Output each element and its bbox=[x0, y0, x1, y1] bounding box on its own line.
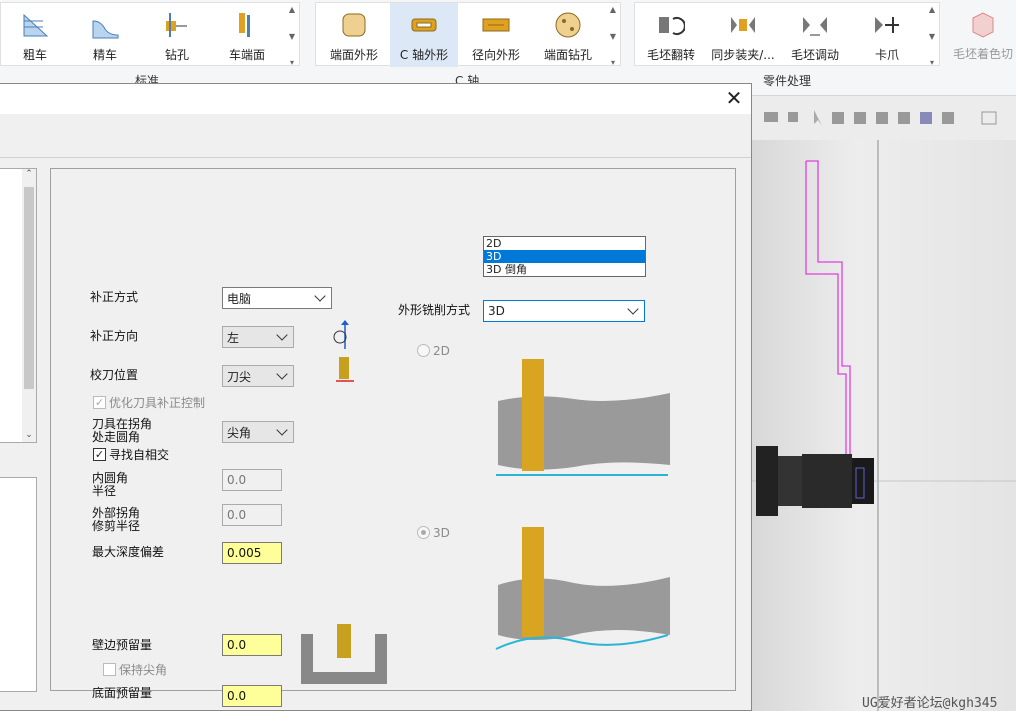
optimize-label: 优化刀具补正控制 bbox=[109, 396, 206, 410]
contour-option-2d[interactable]: 2D bbox=[484, 237, 645, 250]
comp-mode-select[interactable]: 电脑 bbox=[222, 287, 332, 309]
sync-chuck-button[interactable]: 同步装夹/... bbox=[709, 3, 777, 67]
c-axis-contour-icon bbox=[407, 8, 441, 42]
inner-radius-label-2: 半径 bbox=[92, 484, 117, 498]
contour-option-3d-chamfer[interactable]: 3D 倒角 bbox=[484, 263, 645, 276]
c-axis-contour-button[interactable]: C 轴外形 bbox=[390, 3, 458, 67]
chevron-down-icon bbox=[314, 290, 326, 302]
drill-icon bbox=[160, 8, 194, 42]
stock-shading-button[interactable]: 毛坯着色切 bbox=[950, 2, 1016, 66]
radial-contour-icon bbox=[479, 8, 513, 42]
corner-label-2: 处走圆角 bbox=[92, 430, 141, 444]
stock-flip-button[interactable]: 毛坯翻转 bbox=[637, 3, 705, 67]
wall-stock-label: 壁边预留量 bbox=[92, 638, 153, 652]
dialog-tab-strip bbox=[0, 114, 751, 158]
contour-mode-select[interactable]: 3D bbox=[483, 300, 645, 322]
rough-turn-button[interactable]: 粗车 bbox=[1, 3, 69, 67]
radio-3d-label: 3D bbox=[433, 526, 450, 540]
keep-sharp-checkbox[interactable] bbox=[103, 663, 116, 676]
ribbon-scroll-3[interactable]: ▲ ▼ ▾ bbox=[925, 5, 939, 67]
group-label-part-handling: 零件处理 bbox=[763, 74, 812, 88]
self-intersect-checkbox[interactable]: ✓ bbox=[93, 448, 106, 461]
ribbon-group-c-axis: 端面外形 C 轴外形 径向外形 端面钻孔 ▲ ▼ ▾ bbox=[315, 2, 621, 67]
finish-turn-button[interactable]: 精车 bbox=[71, 3, 139, 67]
watermark: UG爱好者论坛@kgh345 bbox=[862, 696, 998, 711]
max-depth-label: 最大深度偏差 bbox=[92, 545, 165, 559]
toolpath-line bbox=[805, 160, 851, 481]
face-drill-icon bbox=[551, 8, 585, 42]
tool-pos-select[interactable]: 刀尖 bbox=[222, 365, 294, 387]
face-contour-icon bbox=[337, 8, 371, 42]
radial-contour-button[interactable]: 径向外形 bbox=[462, 3, 530, 67]
ribbon-group-standard: 粗车 精车 钻孔 车端面 ▲ ▼ ▾ bbox=[0, 2, 300, 67]
face-turn-icon bbox=[230, 8, 264, 42]
tool-pos-label: 校刀位置 bbox=[90, 368, 139, 382]
sync-chuck-icon bbox=[726, 8, 760, 42]
comp-direction-icon bbox=[333, 320, 354, 382]
contour-option-3d[interactable]: 3D bbox=[484, 250, 645, 263]
chevron-down-icon bbox=[276, 329, 288, 341]
toolpath-canvas bbox=[752, 140, 1016, 711]
ribbon-scroll-2[interactable]: ▲ ▼ ▾ bbox=[606, 5, 620, 67]
dialog-title-bar: ✕ bbox=[0, 84, 751, 114]
keep-sharp-label: 保持尖角 bbox=[119, 663, 168, 677]
self-intersect-label: 寻找自相交 bbox=[109, 448, 170, 462]
toolpath-parameters-dialog: ✕ ⌃ ⌄ 补正方式 电脑 补正方向 左 校刀位置 刀尖 ✓ 优化刀具补正控制 … bbox=[0, 83, 752, 711]
chevron-down-icon bbox=[276, 424, 288, 436]
radio-2d-label: 2D bbox=[433, 344, 450, 358]
contour-2d-illustration bbox=[496, 359, 670, 476]
preview-panel bbox=[0, 477, 37, 692]
chevron-down-icon bbox=[276, 368, 288, 380]
stock-shift-button[interactable]: 毛坯调动 bbox=[781, 3, 849, 67]
face-drill-button[interactable]: 端面钻孔 bbox=[534, 3, 602, 67]
chuck-body bbox=[756, 446, 778, 516]
stock-flip-icon bbox=[654, 8, 688, 42]
chevron-down-icon bbox=[627, 303, 639, 315]
contour-3d-illustration bbox=[495, 527, 670, 650]
tree-scrollbar[interactable]: ⌃ ⌄ bbox=[22, 169, 36, 442]
stock-shift-icon bbox=[798, 8, 832, 42]
wall-stock-input[interactable]: 0.0 bbox=[222, 634, 282, 656]
contour-mode-dropdown: 2D 3D 3D 倒角 bbox=[483, 236, 646, 277]
outer-radius-label-2: 修剪半径 bbox=[92, 519, 141, 533]
comp-dir-select[interactable]: 左 bbox=[222, 326, 294, 348]
radio-3d[interactable] bbox=[417, 526, 430, 539]
inner-radius-input[interactable]: 0.0 bbox=[222, 469, 282, 491]
finish-turn-icon bbox=[88, 8, 122, 42]
floor-stock-label: 底面预留量 bbox=[92, 686, 153, 700]
stock-allowance-diagram bbox=[301, 624, 387, 684]
max-depth-input[interactable]: 0.005 bbox=[222, 542, 282, 564]
ribbon-scroll-1[interactable]: ▲ ▼ ▾ bbox=[285, 5, 299, 67]
face-turn-button[interactable]: 车端面 bbox=[213, 3, 281, 67]
close-icon[interactable]: ✕ bbox=[723, 88, 745, 110]
floor-stock-input[interactable]: 0.0 bbox=[222, 685, 282, 707]
stock-shading-icon bbox=[966, 7, 1000, 41]
face-contour-button[interactable]: 端面外形 bbox=[320, 3, 388, 67]
outer-radius-input[interactable]: 0.0 bbox=[222, 504, 282, 526]
ribbon: 粗车 精车 钻孔 车端面 ▲ ▼ ▾ 标准 端面外形 C 轴外形 径向外形 端面… bbox=[0, 0, 1016, 96]
drill-button[interactable]: 钻孔 bbox=[143, 3, 211, 67]
graphics-viewport[interactable] bbox=[752, 96, 1016, 711]
contour-mode-label: 外形铣削方式 bbox=[398, 303, 471, 317]
chuck-jaw-button[interactable]: 卡爪 bbox=[853, 3, 921, 67]
comp-mode-label: 补正方式 bbox=[90, 290, 139, 304]
radio-2d[interactable] bbox=[417, 344, 430, 357]
comp-dir-label: 补正方向 bbox=[90, 329, 139, 343]
tree-panel[interactable]: ⌃ ⌄ bbox=[0, 168, 37, 443]
ribbon-group-part-handling: 毛坯翻转 同步装夹/... 毛坯调动 卡爪 ▲ ▼ ▾ bbox=[634, 2, 940, 67]
optimize-checkbox[interactable]: ✓ bbox=[93, 396, 106, 409]
rough-turn-icon bbox=[18, 8, 52, 42]
corner-select[interactable]: 尖角 bbox=[222, 421, 294, 443]
chuck-jaw-icon bbox=[870, 8, 904, 42]
